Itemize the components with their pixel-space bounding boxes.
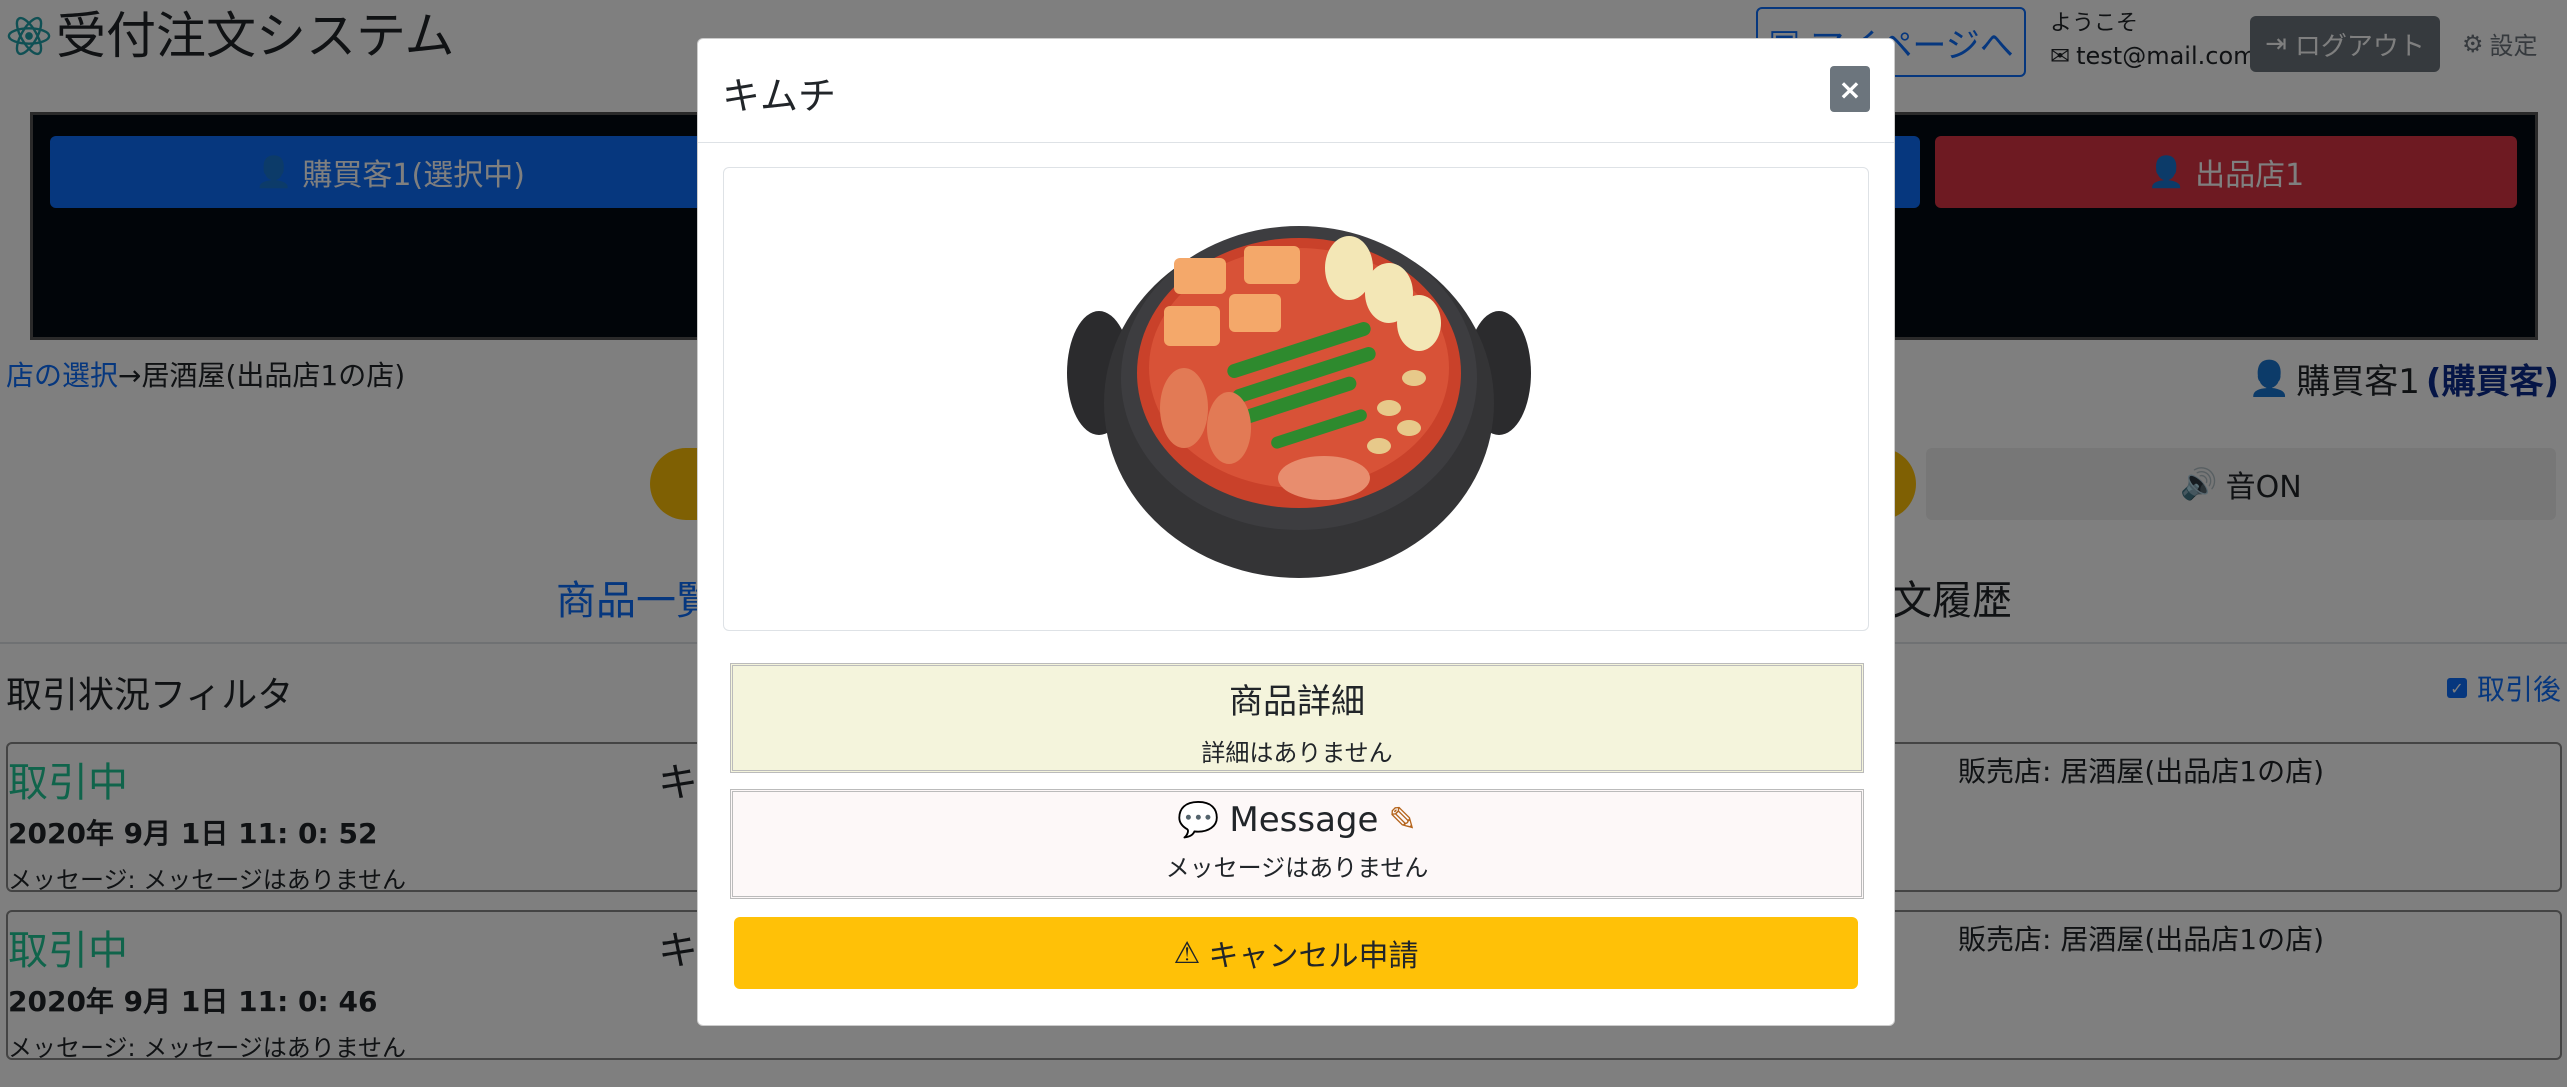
modal-title: キムチ [722, 74, 837, 118]
comment-icon: 💬 [1177, 800, 1220, 840]
product-image-frame [723, 167, 1869, 631]
warning-icon: ⚠ [1173, 935, 1201, 971]
message-box[interactable]: 💬 Message ✎ メッセージはありません [730, 789, 1864, 899]
close-button[interactable]: × [1830, 66, 1870, 112]
message-header: 💬 Message ✎ [733, 800, 1861, 840]
cancel-request-button[interactable]: ⚠ キャンセル申請 [734, 917, 1858, 989]
close-icon: × [1838, 72, 1862, 106]
pencil-icon[interactable]: ✎ [1388, 800, 1417, 840]
detail-title: 商品詳細 [1229, 682, 1365, 722]
cancel-label: キャンセル申請 [1208, 939, 1419, 974]
message-body: メッセージはありません [1165, 854, 1429, 882]
detail-body: 詳細はありません [1201, 739, 1393, 767]
kimchi-pot-image [1067, 226, 1531, 578]
product-detail-box: 商品詳細 詳細はありません [730, 663, 1864, 773]
message-title: Message [1229, 800, 1379, 840]
modal-header: キムチ × [698, 39, 1894, 143]
product-modal: キムチ × 商品詳細 詳細はありません 💬 Message ✎ メッセージはあり… [697, 38, 1895, 1026]
